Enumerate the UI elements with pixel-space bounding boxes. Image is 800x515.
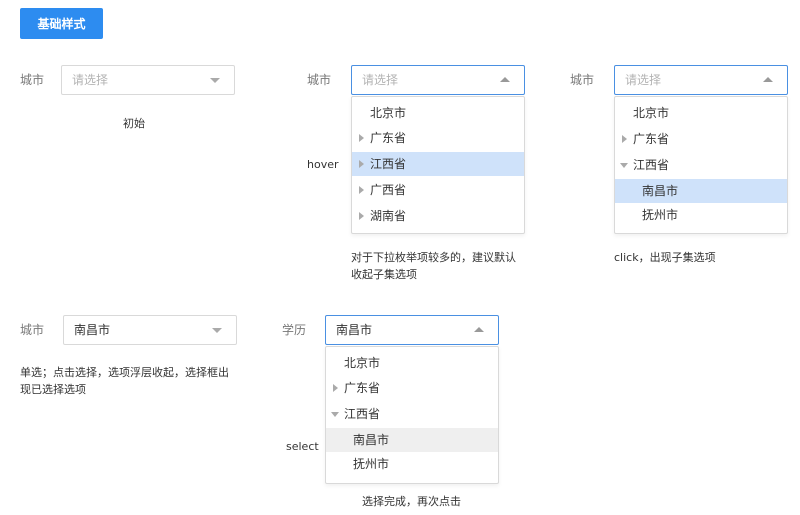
chevron-up-icon xyxy=(474,327,484,332)
education-select[interactable]: 南昌市 xyxy=(325,315,499,345)
option-fuzhou[interactable]: 抚州市 xyxy=(615,203,787,227)
city-label-initial: 城市 xyxy=(20,73,45,87)
note-select: select xyxy=(286,440,319,453)
option-guangxi[interactable]: 广西省 xyxy=(352,178,524,202)
option-guangdong[interactable]: 广东省 xyxy=(326,376,498,400)
basic-style-tag[interactable]: 基础样式 xyxy=(20,8,103,39)
caret-down-icon xyxy=(620,163,628,168)
option-hunan[interactable]: 湖南省 xyxy=(352,204,524,228)
education-label: 学历 xyxy=(282,323,307,337)
option-beijing[interactable]: 北京市 xyxy=(326,351,498,375)
option-fuzhou[interactable]: 抚州市 xyxy=(326,452,498,476)
caret-right-icon xyxy=(359,212,364,220)
city-select-selected[interactable]: 南昌市 xyxy=(63,315,237,345)
note-click: click，出现子集选项 xyxy=(614,251,716,264)
caret-right-icon xyxy=(333,384,338,392)
option-jiangxi[interactable]: 江西省 xyxy=(352,152,524,176)
chevron-up-icon xyxy=(763,77,773,82)
caret-right-icon xyxy=(359,160,364,168)
note-single-1: 单选；点击选择，选项浮层收起，选择框出 xyxy=(20,366,229,379)
option-guangdong[interactable]: 广东省 xyxy=(352,126,524,150)
city-select-click[interactable]: 请选择 xyxy=(614,65,788,95)
select-placeholder: 请选择 xyxy=(72,73,109,87)
city-select-hover[interactable]: 请选择 xyxy=(351,65,525,95)
note-done: 选择完成，再次点击 xyxy=(362,495,461,508)
note-hover: hover xyxy=(307,158,339,171)
city-label-click: 城市 xyxy=(570,73,595,87)
dropdown-hover: 北京市 广东省 江西省 广西省 湖南省 xyxy=(351,96,525,234)
select-value: 南昌市 xyxy=(336,323,373,337)
select-placeholder: 请选择 xyxy=(362,73,399,87)
option-nanchang[interactable]: 南昌市 xyxy=(326,428,498,452)
chevron-down-icon xyxy=(210,78,220,83)
note-single-2: 现已选择选项 xyxy=(20,383,86,396)
select-placeholder: 请选择 xyxy=(625,73,662,87)
option-jiangxi[interactable]: 江西省 xyxy=(615,153,787,177)
option-beijing[interactable]: 北京市 xyxy=(352,101,524,125)
option-beijing[interactable]: 北京市 xyxy=(615,101,787,125)
caret-right-icon xyxy=(359,186,364,194)
chevron-up-icon xyxy=(500,77,510,82)
option-guangdong[interactable]: 广东省 xyxy=(615,127,787,151)
select-value: 南昌市 xyxy=(74,323,111,337)
city-select-initial[interactable]: 请选择 xyxy=(61,65,235,95)
note-hover-desc-2: 收起子集选项 xyxy=(351,268,417,281)
option-nanchang[interactable]: 南昌市 xyxy=(615,179,787,203)
caret-right-icon xyxy=(359,134,364,142)
city-label-selected: 城市 xyxy=(20,323,45,337)
city-label-hover: 城市 xyxy=(307,73,332,87)
option-jiangxi[interactable]: 江西省 xyxy=(326,402,498,426)
note-initial: 初始 xyxy=(123,117,145,130)
dropdown-click: 北京市 广东省 江西省 南昌市 抚州市 xyxy=(614,96,788,234)
caret-right-icon xyxy=(622,135,627,143)
dropdown-selected: 北京市 广东省 江西省 南昌市 抚州市 xyxy=(325,346,499,484)
note-hover-desc-1: 对于下拉枚举项较多的，建议默认 xyxy=(351,251,516,264)
chevron-down-icon xyxy=(212,328,222,333)
caret-down-icon xyxy=(331,412,339,417)
